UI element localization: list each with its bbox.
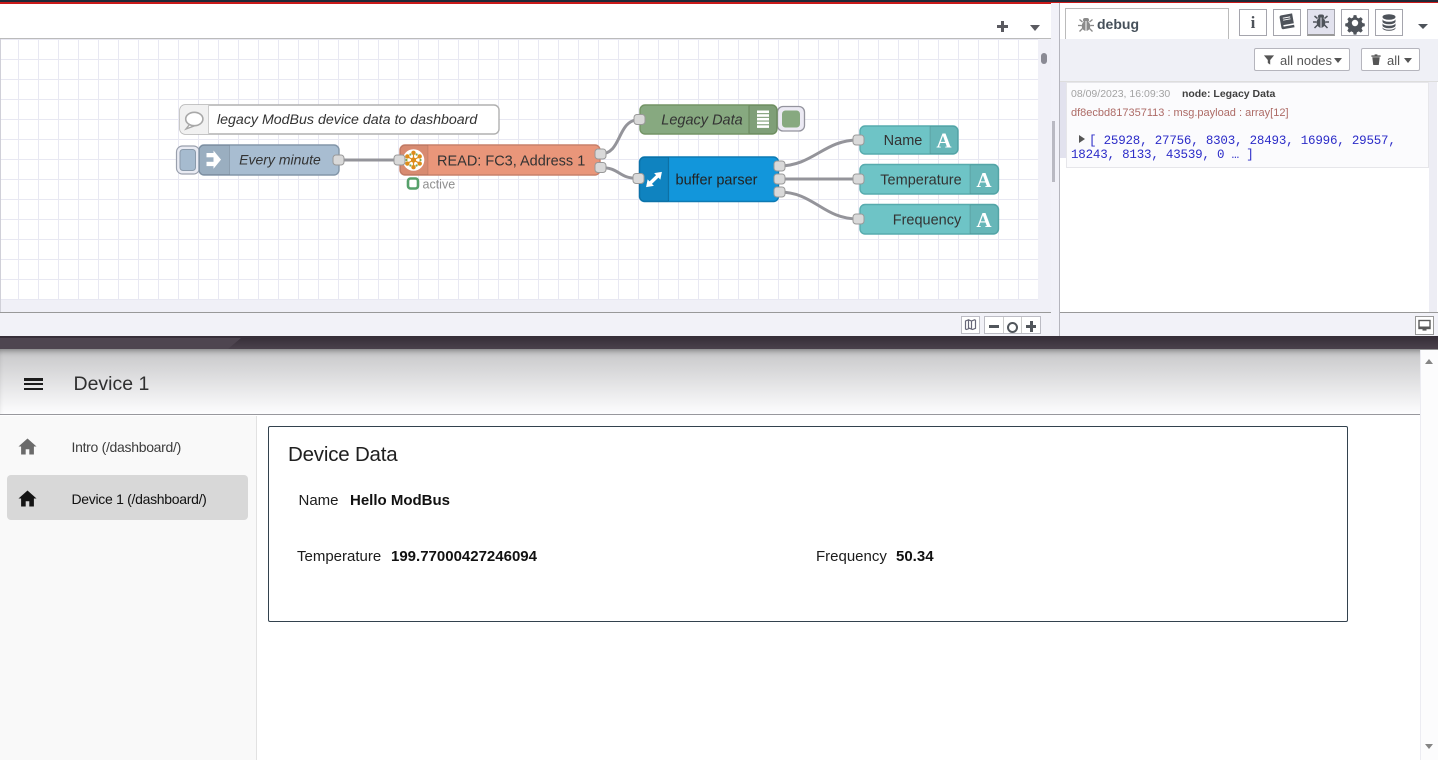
- svg-text:buffer parser: buffer parser: [676, 173, 758, 189]
- svg-text:A: A: [976, 208, 992, 232]
- svg-text:Temperature: Temperature: [880, 173, 961, 189]
- svg-text:A: A: [936, 129, 952, 153]
- svg-text:Name: Name: [884, 133, 923, 149]
- svg-text:Legacy Data: Legacy Data: [661, 113, 742, 129]
- svg-text:Frequency: Frequency: [893, 213, 962, 229]
- svg-text:Every minute: Every minute: [239, 152, 321, 168]
- svg-text:legacy ModBus device data to d: legacy ModBus device data to dashboard: [217, 112, 478, 128]
- svg-text:A: A: [976, 168, 992, 192]
- svg-text:READ: FC3, Address 1: READ: FC3, Address 1: [437, 154, 585, 170]
- svg-text:active: active: [423, 178, 456, 192]
